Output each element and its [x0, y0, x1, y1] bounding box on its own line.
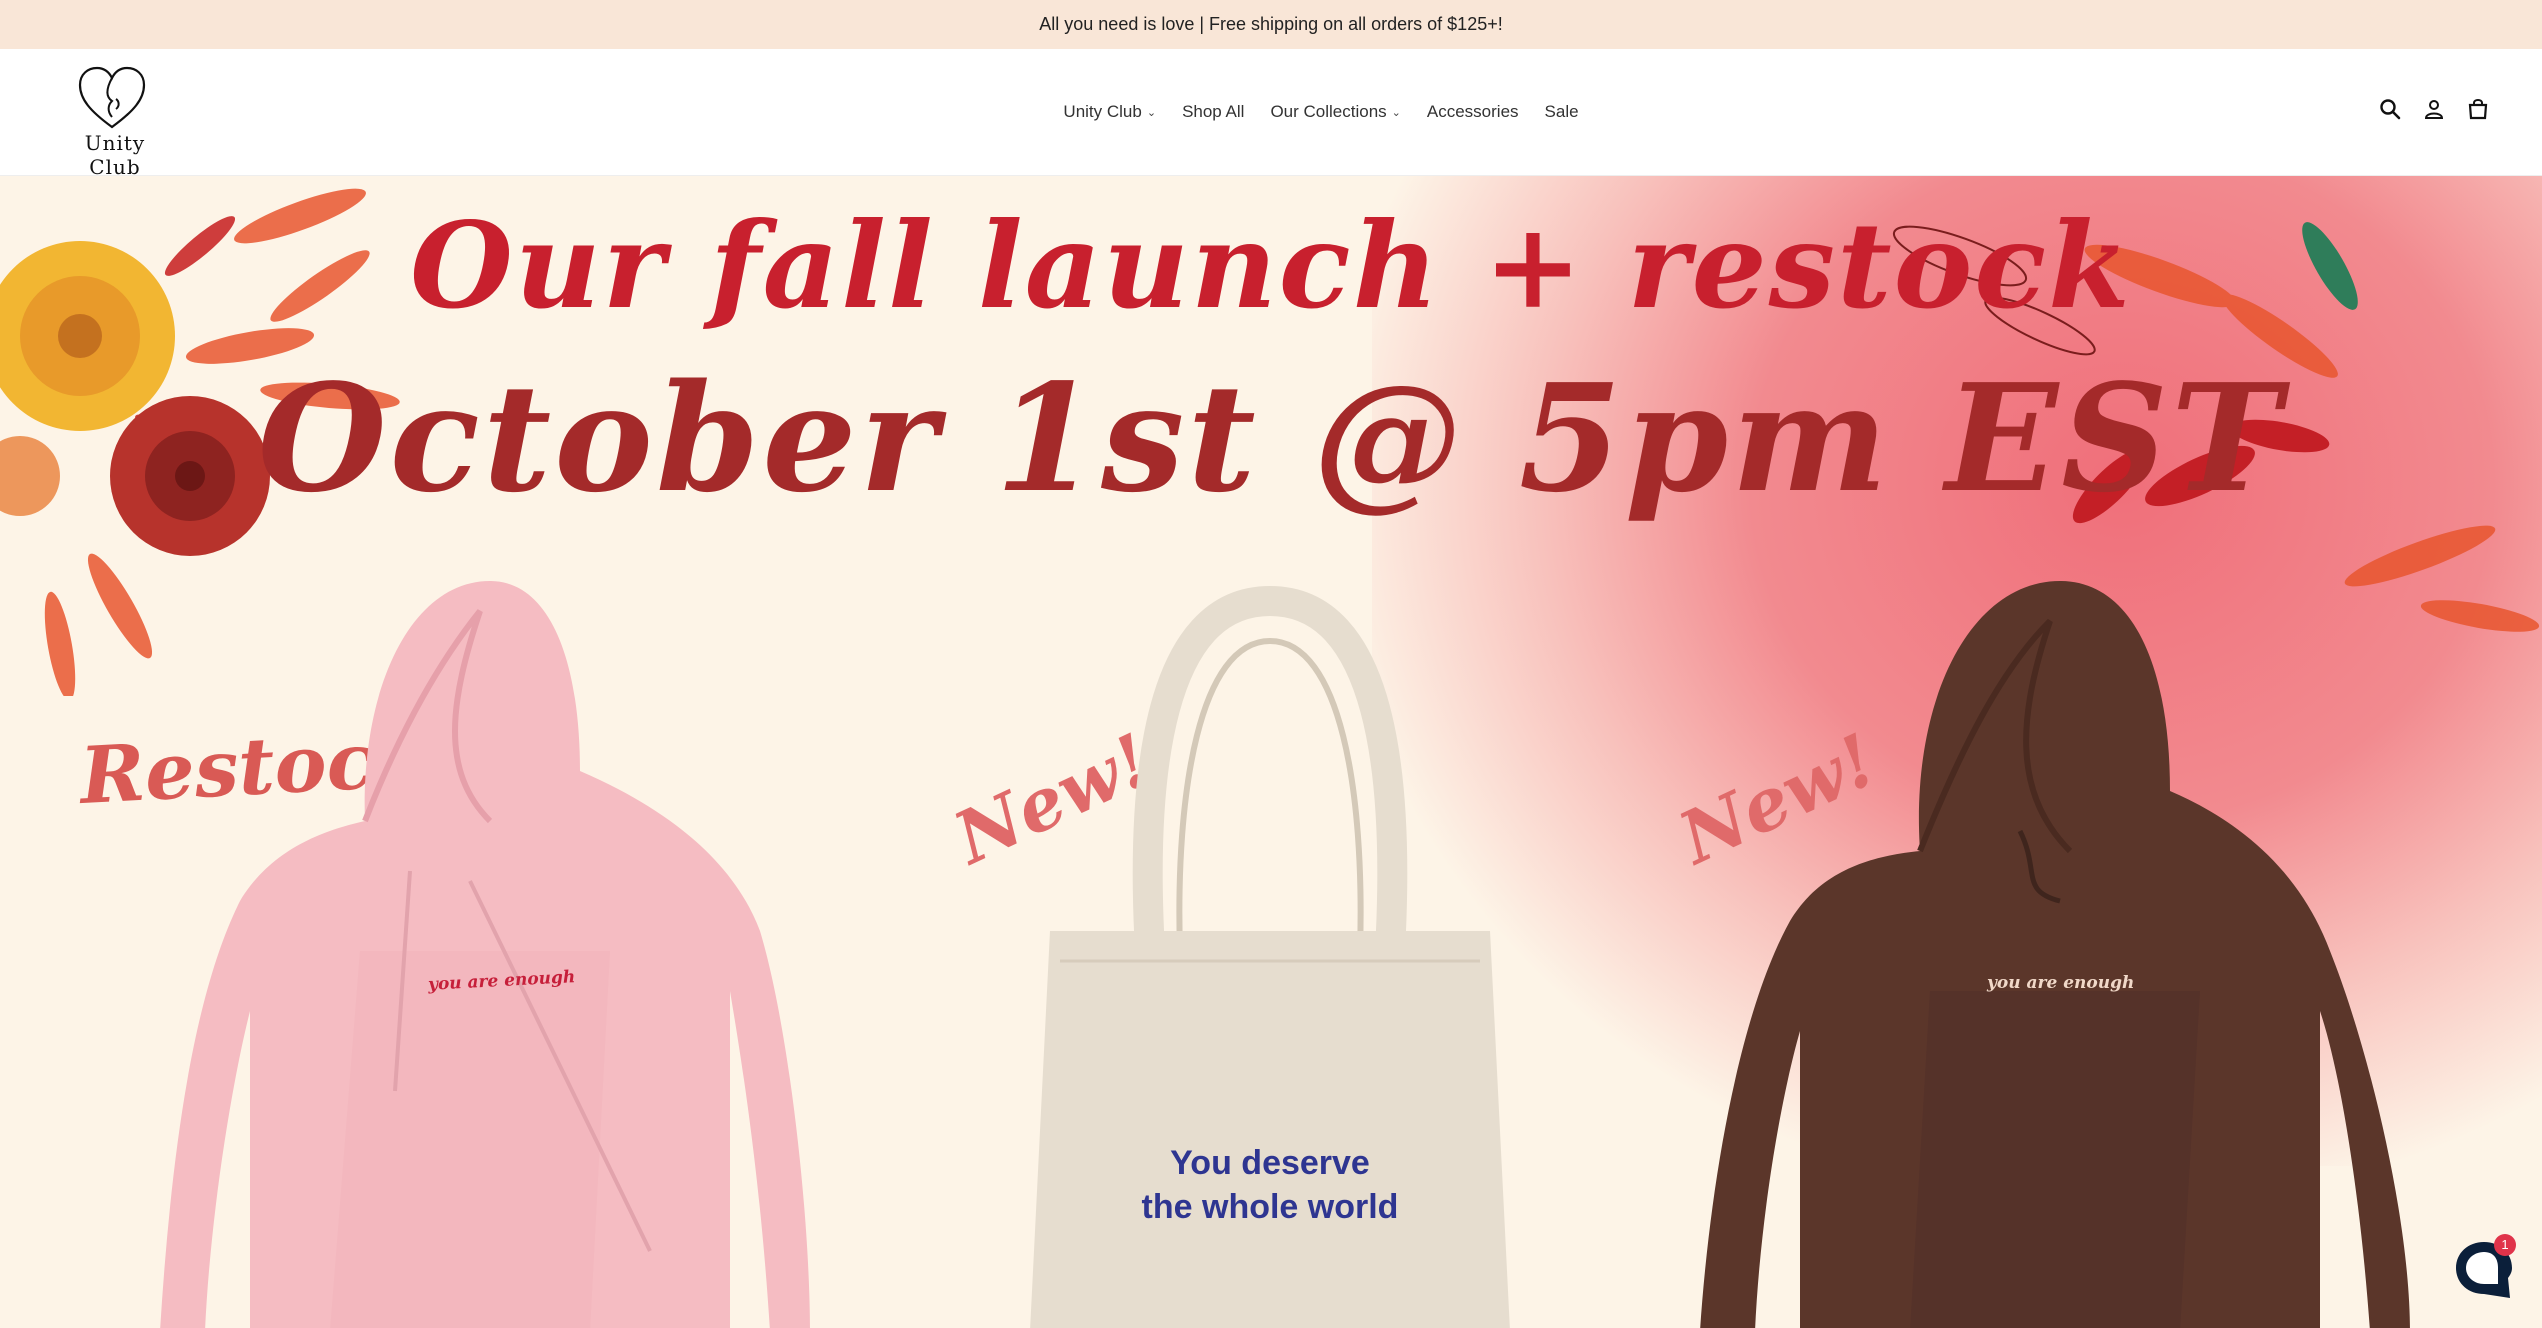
- nav-sale[interactable]: Sale: [1545, 102, 1579, 122]
- tote-print-line2: the whole world: [1141, 1188, 1399, 1226]
- nav-shop-all[interactable]: Shop All: [1182, 102, 1244, 122]
- hero-headline-line1: Our fall launch + restock: [410, 196, 2132, 335]
- announcement-text: All you need is love | Free shipping on …: [1039, 14, 1503, 34]
- account-icon[interactable]: [2422, 97, 2446, 121]
- chevron-down-icon: ⌄: [1391, 106, 1401, 119]
- cart-icon[interactable]: [2466, 97, 2490, 121]
- nav-unity-club[interactable]: Unity Club ⌄: [1063, 102, 1156, 122]
- logo-text: Unity Club: [84, 131, 146, 179]
- hero-headline-line2: October 1st @ 5pm EST: [257, 351, 2285, 525]
- nav-shop-all-label: Shop All: [1182, 102, 1245, 121]
- nav-our-collections[interactable]: Our Collections ⌄: [1270, 102, 1400, 122]
- hero-banner[interactable]: Our fall launch + restock October 1st @ …: [0, 176, 2542, 1328]
- tote-print-text: You deserve the whole world: [1045, 1141, 1495, 1229]
- search-icon[interactable]: [2378, 97, 2402, 121]
- brown-hoodie-image: [1700, 581, 2410, 1328]
- main-nav: Unity Club ⌄ Shop All Our Collections ⌄ …: [0, 49, 2542, 175]
- tote-print-line1: You deserve: [1170, 1144, 1370, 1182]
- chat-unread-badge: 1: [2494, 1234, 2516, 1256]
- site-header: Unity Club Unity Club ⌄ Shop All Our Col…: [0, 49, 2542, 179]
- chevron-down-icon: ⌄: [1146, 106, 1157, 119]
- nav-unity-club-label: Unity Club: [1063, 102, 1142, 121]
- nav-accessories[interactable]: Accessories: [1427, 102, 1519, 122]
- pink-hoodie-image: [160, 581, 810, 1328]
- nav-our-collections-label: Our Collections: [1270, 102, 1387, 121]
- header-icons: [2378, 97, 2490, 121]
- heart-logo-icon: [78, 66, 146, 129]
- logo[interactable]: Unity Club: [52, 65, 172, 179]
- brown-hoodie-print: you are enough: [1987, 973, 2135, 993]
- announcement-bar: All you need is love | Free shipping on …: [0, 0, 2542, 49]
- nav-accessories-label: Accessories: [1426, 102, 1519, 121]
- nav-sale-label: Sale: [1544, 102, 1579, 121]
